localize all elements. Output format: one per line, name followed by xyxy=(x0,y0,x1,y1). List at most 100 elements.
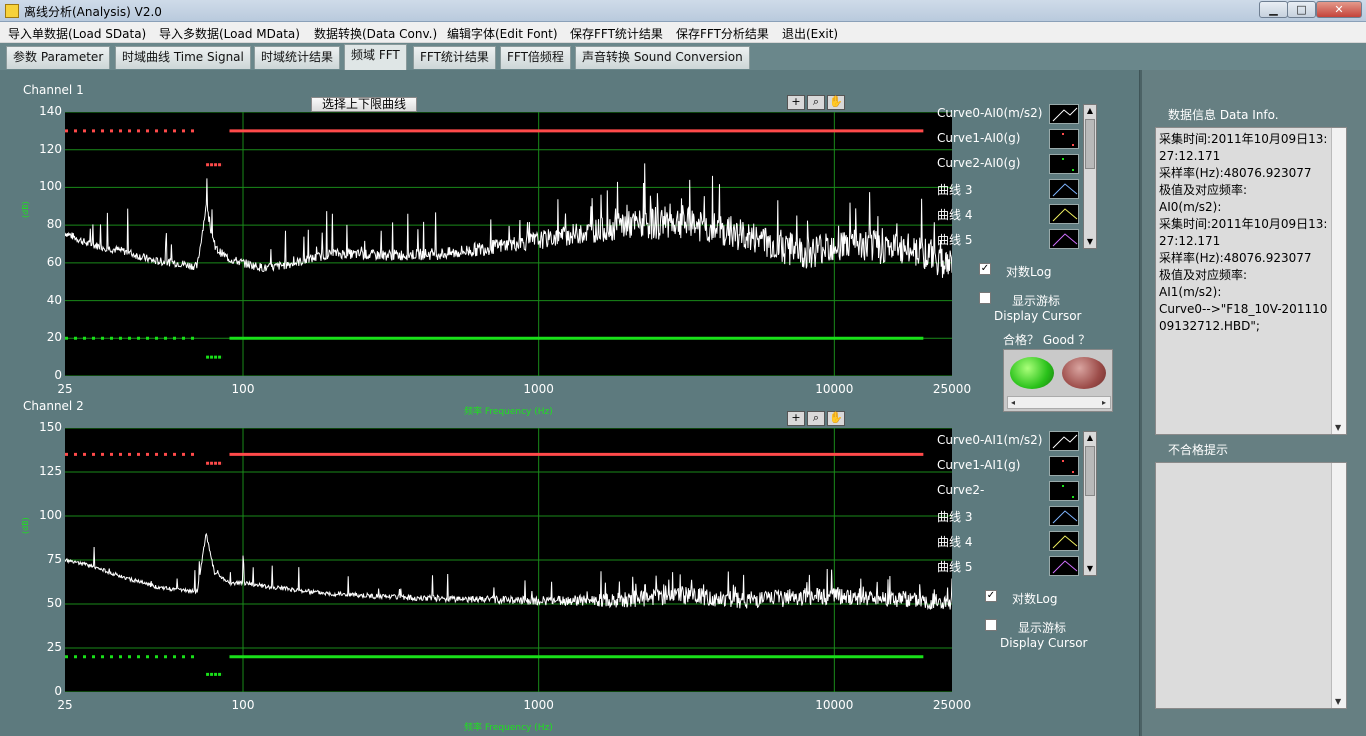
display-cursor-label: 显示游标 xyxy=(1012,294,1061,308)
legend-item[interactable]: 曲线 5 xyxy=(937,556,1080,578)
display-cursor-checkbox[interactable] xyxy=(985,619,997,631)
data-info-box[interactable]: 采集时间:2011年10月09日13:27:12.171 采样率(Hz):4807… xyxy=(1155,127,1347,435)
graph2-toolbar: + ⌕ ✋ xyxy=(787,411,847,426)
maximize-button[interactable]: □ xyxy=(1287,1,1316,18)
zoom-icon[interactable]: ⌕ xyxy=(807,95,825,110)
data-info-line: AI1(m/s2): xyxy=(1159,285,1222,299)
fail-message-box[interactable]: ▼ xyxy=(1155,462,1347,709)
data-info-scrollbar[interactable]: ▼ xyxy=(1331,128,1346,434)
scroll-down-icon[interactable]: ▼ xyxy=(1335,697,1341,706)
crosshair-icon[interactable]: + xyxy=(787,411,805,426)
hand-pan-icon[interactable]: ✋ xyxy=(827,95,845,110)
menu-edit-font[interactable]: 编辑字体(Edit Font) xyxy=(447,25,558,42)
data-info-line: 极值及对应频率: xyxy=(1159,183,1248,197)
good-led-icon xyxy=(1010,357,1054,389)
scroll-thumb[interactable] xyxy=(1085,446,1095,496)
legend-item[interactable]: Curve0-AI0(m/s2) xyxy=(937,104,1080,126)
graph1-toolbar: + ⌕ ✋ xyxy=(787,95,847,110)
legend-scrollbar[interactable]: ▲ ▼ xyxy=(1083,431,1097,576)
y-tick-label: 140 xyxy=(39,104,62,118)
legend-item[interactable]: 曲线 4 xyxy=(937,204,1080,226)
log-checkbox[interactable]: ✓ xyxy=(979,263,991,275)
hand-pan-icon[interactable]: ✋ xyxy=(827,411,845,426)
x-tick-label: 100 xyxy=(231,698,255,712)
menu-load-mdata[interactable]: 导入多数据(Load MData) xyxy=(159,25,300,42)
legend-label: 曲线 3 xyxy=(937,510,973,524)
tab-time-stats[interactable]: 时域统计结果 xyxy=(254,46,341,69)
good-hscrollbar[interactable]: ◂ ▸ xyxy=(1007,396,1111,409)
tab-fft-octave[interactable]: FFT倍频程 xyxy=(500,46,571,69)
scroll-thumb[interactable] xyxy=(1085,119,1095,169)
y-tick-label: 60 xyxy=(46,254,62,269)
x-tick-label: 25 xyxy=(57,382,73,396)
menu-exit[interactable]: 退出(Exit) xyxy=(782,25,838,42)
x-tick-label: 100 xyxy=(231,382,255,396)
window-title: 离线分析(Analysis) V2.0 xyxy=(24,5,162,19)
legend-label: Curve2- xyxy=(937,483,985,497)
minimize-button[interactable]: ▁ xyxy=(1259,1,1288,18)
legend-label: 曲线 3 xyxy=(937,183,973,197)
legend-label: Curve0-AI0(m/s2) xyxy=(937,106,1043,120)
crosshair-icon[interactable]: + xyxy=(787,95,805,110)
log-label: 对数Log xyxy=(1012,592,1058,606)
display-cursor-checkbox[interactable] xyxy=(979,292,991,304)
x-tick-label: 25000 xyxy=(932,698,972,712)
scroll-up-icon[interactable]: ▲ xyxy=(1084,432,1096,444)
y-tick-label: 150 xyxy=(39,420,62,434)
y-tick-label: 20 xyxy=(46,330,62,345)
legend-item[interactable]: 曲线 5 xyxy=(937,229,1080,251)
curve-swatch-icon xyxy=(1049,154,1079,174)
legend-label: Curve2-AI0(g) xyxy=(937,156,1021,170)
title-bar: 离线分析(Analysis) V2.0 ▁ □ ✕ xyxy=(0,0,1366,22)
curve-swatch-icon xyxy=(1049,229,1079,249)
legend-label: 曲线 4 xyxy=(937,208,973,222)
channel1-y-unit: (dB) xyxy=(21,201,30,218)
good-label: 合格？ Good ？ xyxy=(1003,333,1091,347)
menu-save-fft-stats[interactable]: 保存FFT统计结果 xyxy=(570,25,663,42)
x-tick-label: 10000 xyxy=(815,698,854,712)
curve-swatch-icon xyxy=(1049,556,1079,576)
fail-scrollbar[interactable]: ▼ xyxy=(1331,463,1346,708)
menu-load-sdata[interactable]: 导入单数据(Load SData) xyxy=(8,25,146,42)
channel2-fft-graph[interactable] xyxy=(64,427,953,693)
scroll-up-icon[interactable]: ▲ xyxy=(1084,105,1096,117)
menu-data-conv[interactable]: 数据转换(Data Conv.) xyxy=(314,25,437,42)
channel1-fft-graph[interactable] xyxy=(64,111,953,377)
log-checkbox[interactable]: ✓ xyxy=(985,590,997,602)
scroll-down-icon[interactable]: ▼ xyxy=(1084,236,1096,248)
legend-label: 曲线 4 xyxy=(937,535,973,549)
data-info-line: AI0(m/s2): xyxy=(1159,200,1222,214)
legend-item[interactable]: Curve2-AI0(g) xyxy=(937,154,1080,176)
good-indicator: ◂ ▸ xyxy=(1003,349,1113,412)
legend-item[interactable]: 曲线 4 xyxy=(937,531,1080,553)
curve-swatch-icon xyxy=(1049,531,1079,551)
close-button[interactable]: ✕ xyxy=(1316,1,1362,18)
scroll-right-icon[interactable]: ▸ xyxy=(1102,397,1106,408)
tab-parameter[interactable]: 参数 Parameter xyxy=(6,46,111,69)
scroll-left-icon[interactable]: ◂ xyxy=(1011,397,1015,408)
zoom-icon[interactable]: ⌕ xyxy=(807,411,825,426)
tab-fft-stats[interactable]: FFT统计结果 xyxy=(413,46,496,69)
channel2-label: Channel 2 xyxy=(23,399,84,413)
menu-bar: 导入单数据(Load SData) 导入多数据(Load MData) 数据转换… xyxy=(0,22,1366,43)
curve-swatch-icon xyxy=(1049,129,1079,149)
bad-led-icon xyxy=(1062,357,1106,389)
legend-item[interactable]: Curve2- xyxy=(937,481,1080,503)
legend-item[interactable]: Curve1-AI0(g) xyxy=(937,129,1080,151)
legend-item[interactable]: 曲线 3 xyxy=(937,506,1080,528)
scroll-down-icon[interactable]: ▼ xyxy=(1335,423,1341,432)
legend-item[interactable]: Curve0-AI1(m/s2) xyxy=(937,431,1080,453)
legend-item[interactable]: Curve1-AI1(g) xyxy=(937,456,1080,478)
menu-save-fft-analysis[interactable]: 保存FFT分析结果 xyxy=(676,25,769,42)
display-cursor-label-en: Display Cursor xyxy=(994,309,1082,323)
y-tick-label: 50 xyxy=(46,596,62,610)
tab-time-signal[interactable]: 时域曲线 Time Signal xyxy=(115,46,251,69)
tab-sound-conversion[interactable]: 声音转换 Sound Conversion xyxy=(575,46,750,69)
legend-scrollbar[interactable]: ▲ ▼ xyxy=(1083,104,1097,249)
select-limit-curve-button[interactable]: 选择上下限曲线 xyxy=(311,97,417,112)
data-info-line: 采样率(Hz):48076.923077 xyxy=(1159,166,1312,180)
app-icon xyxy=(5,4,19,18)
tab-fft[interactable]: 频域 FFT xyxy=(344,44,407,70)
legend-item[interactable]: 曲线 3 xyxy=(937,179,1080,201)
scroll-down-icon[interactable]: ▼ xyxy=(1084,563,1096,575)
